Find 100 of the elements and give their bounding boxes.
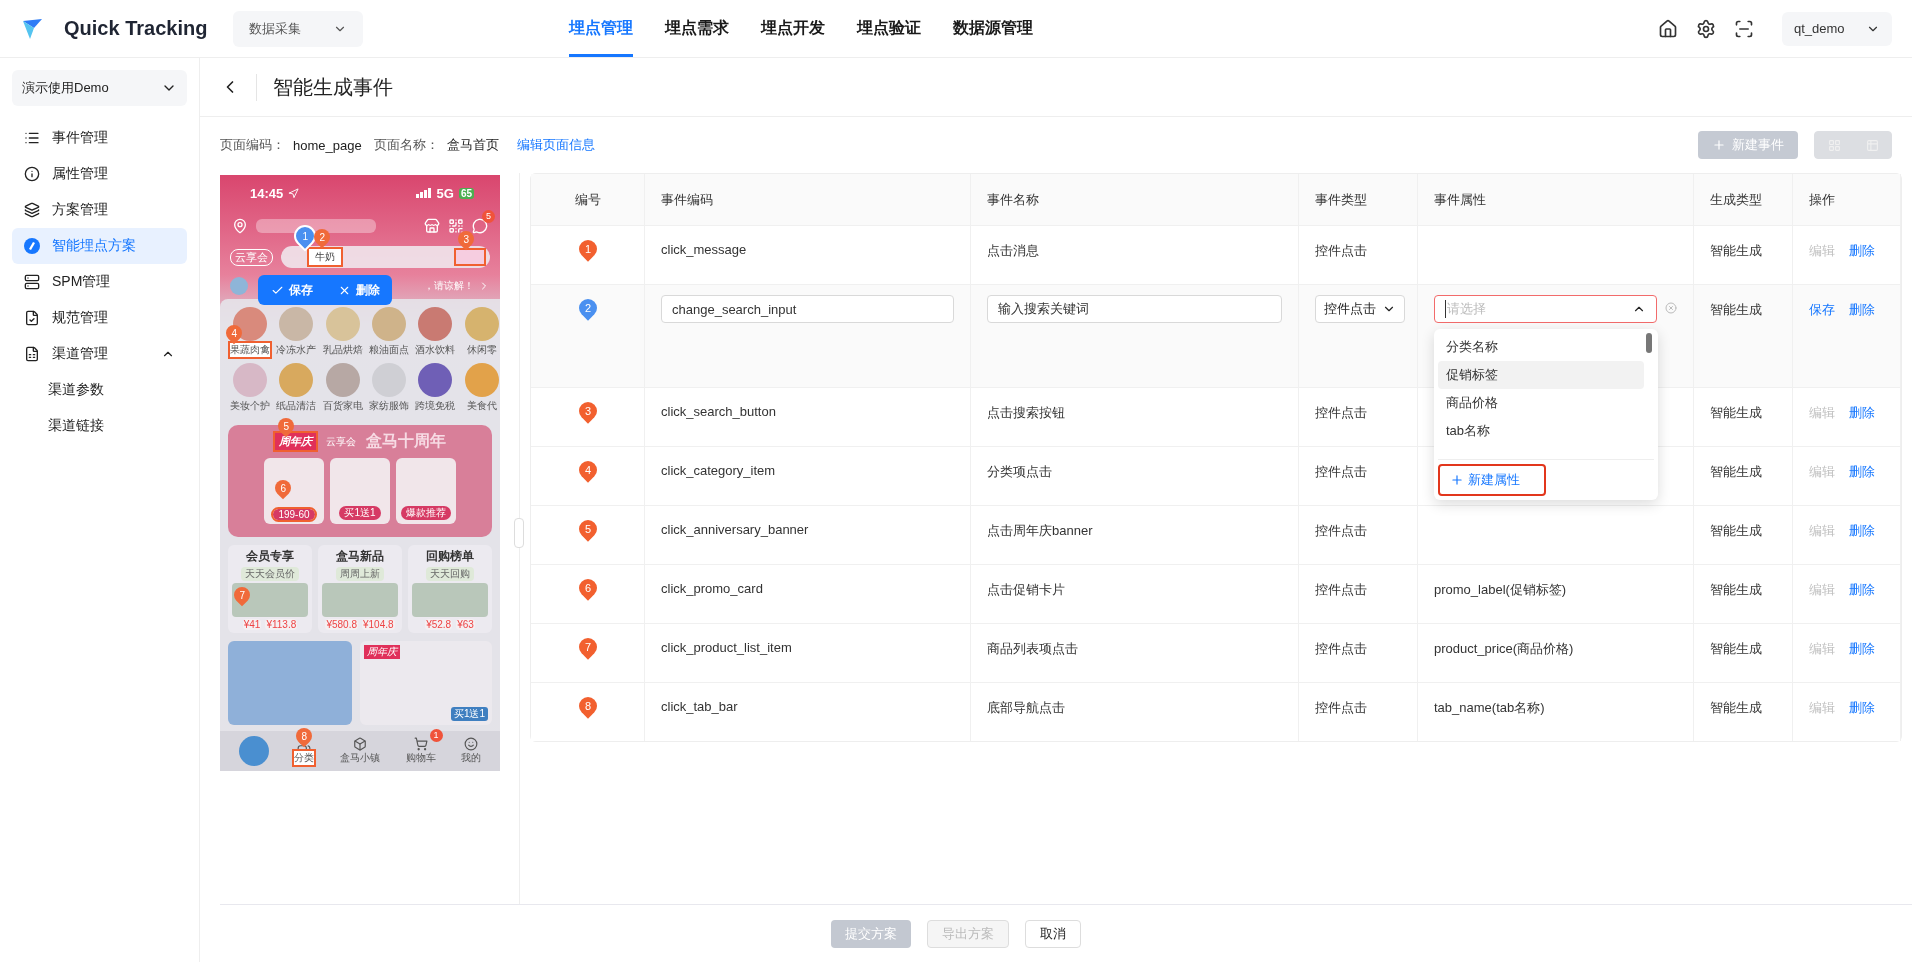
settings-icon[interactable]	[1696, 18, 1716, 39]
dropdown-option[interactable]: 促销标签	[1438, 361, 1644, 389]
sidebar-subitem[interactable]: 渠道链接	[12, 408, 187, 444]
menu-item-icon	[24, 166, 40, 182]
message-badge: 5	[482, 210, 495, 223]
menu-item-icon	[24, 310, 40, 326]
sidebar-item[interactable]: 属性管理	[12, 156, 187, 192]
category-label: 乳品烘焙	[322, 343, 363, 357]
sidebar-item[interactable]: 事件管理	[12, 120, 187, 156]
page-name-value: 盒马首页	[446, 136, 499, 154]
category-label: 粮油面点	[369, 343, 409, 357]
category-label: 果蔬肉禽	[230, 343, 270, 357]
project-select[interactable]: 演示使用Demo	[12, 70, 187, 106]
new-attribute-button[interactable]: 新建属性	[1438, 464, 1546, 496]
category-photo-placeholder	[464, 363, 499, 397]
section-tag: 天天回购	[426, 567, 474, 581]
action-link[interactable]: 删除	[1849, 522, 1875, 540]
event-type-text: 控件点击	[1315, 640, 1367, 658]
location-arrow-icon	[288, 187, 300, 199]
generation-type-text: 智能生成	[1710, 463, 1762, 481]
tab-icon	[413, 737, 428, 751]
banner-brand: 云享会	[325, 434, 356, 449]
nav-tab[interactable]: 埋点验证	[856, 0, 921, 57]
category-photo-placeholder	[279, 363, 314, 397]
sidebar-item[interactable]: SPM管理	[12, 264, 187, 300]
promo-label: 爆款推荐	[401, 506, 451, 520]
cart-badge: 1	[429, 729, 443, 742]
scan-icon[interactable]	[1734, 18, 1754, 39]
edit-page-info-link[interactable]: 编辑页面信息	[516, 136, 595, 154]
nav-tab[interactable]: 数据源管理	[952, 0, 1033, 57]
event-code-text: click_category_item	[661, 463, 776, 478]
resize-handle[interactable]	[514, 518, 524, 548]
nav-tab[interactable]: 埋点管理	[568, 0, 633, 57]
delete-button[interactable]: 删除	[331, 280, 386, 300]
event-name-text: 点击促销卡片	[987, 581, 1065, 599]
save-button[interactable]: 保存	[264, 280, 319, 300]
action-link[interactable]: 保存	[1809, 301, 1835, 319]
signal-icon	[415, 188, 432, 198]
category-photo-placeholder	[418, 363, 453, 397]
phone-tab-label: 购物车	[405, 751, 436, 765]
event-code-text: click_tab_bar	[661, 699, 738, 714]
plus-icon	[1450, 473, 1464, 487]
action-link[interactable]: 删除	[1849, 640, 1875, 658]
phone-tab-label: 我的	[461, 751, 482, 765]
category-label: 纸品清洁	[276, 399, 317, 413]
action-link[interactable]: 删除	[1849, 463, 1875, 481]
event-name-text: 点击消息	[987, 242, 1039, 260]
sidebar-item[interactable]: 智能埋点方案	[12, 228, 187, 264]
action-link[interactable]: 删除	[1849, 242, 1875, 260]
home-icon[interactable]	[1658, 18, 1678, 39]
section-title: 盒马新品	[336, 548, 384, 565]
menu-item-icon	[24, 346, 40, 362]
search-text: 牛奶	[309, 249, 341, 265]
footer-button[interactable]: 取消	[1025, 919, 1081, 948]
app-logo-text: Quick Tracking	[64, 17, 208, 40]
sidebar-item[interactable]: 规范管理	[12, 300, 187, 336]
promo-label: 买1送1	[339, 506, 381, 520]
action-link[interactable]: 删除	[1849, 581, 1875, 599]
dropdown-option[interactable]: 商品价格	[1438, 389, 1644, 417]
user-select[interactable]: qt_demo	[1782, 11, 1892, 46]
category-photo-placeholder	[418, 307, 453, 341]
event-code-input[interactable]: change_search_input	[661, 295, 954, 323]
nav-tab[interactable]: 埋点开发	[760, 0, 825, 57]
scrollbar-thumb	[1646, 333, 1652, 353]
dropdown-option[interactable]: 分类名称	[1438, 333, 1644, 361]
action-link[interactable]: 删除	[1849, 699, 1875, 717]
event-code-text: click_search_button	[661, 404, 776, 419]
product-select[interactable]: 数据采集	[233, 10, 364, 47]
event-name-text: 点击搜索按钮	[987, 404, 1065, 422]
category-photo-placeholder	[233, 363, 267, 397]
category-label: 家纺服饰	[369, 399, 409, 413]
sidebar-subitem[interactable]: 渠道参数	[12, 372, 187, 408]
sidebar-item[interactable]: 渠道管理	[12, 336, 187, 372]
category-label: 美妆个护	[230, 399, 270, 413]
event-attribute-text: product_price(商品价格)	[1434, 640, 1574, 658]
product-price: ¥113.8	[265, 619, 298, 630]
event-code-text: click_promo_card	[661, 581, 763, 596]
action-link[interactable]: 删除	[1849, 301, 1875, 319]
category-label: 酒水饮料	[415, 343, 456, 357]
battery-level: 65	[458, 187, 474, 199]
network-label: 5G	[436, 185, 454, 201]
event-type-select[interactable]: 控件点击	[1315, 295, 1405, 323]
page-name-label: 页面名称：	[373, 136, 439, 154]
event-name-input[interactable]: 输入搜索关键词	[987, 295, 1282, 323]
nav-tab[interactable]: 埋点需求	[664, 0, 729, 57]
event-type-text: 控件点击	[1315, 581, 1367, 599]
section-tag: 周周上新	[336, 567, 384, 581]
sidebar-item[interactable]: 方案管理	[12, 192, 187, 228]
promo-tag: 周年庆	[364, 645, 400, 659]
page-code-label: 页面编码：	[220, 136, 285, 154]
action-link[interactable]: 删除	[1849, 404, 1875, 422]
location-icon	[232, 218, 248, 234]
section-tag: 天天会员价	[241, 567, 299, 581]
brand-label: 云享会	[230, 248, 273, 266]
product-price: ¥63	[456, 619, 475, 630]
category-photo-placeholder	[279, 307, 314, 341]
phone-tab-label: 分类	[294, 751, 315, 765]
page-title: 智能生成事件	[256, 73, 393, 101]
product-price: ¥41	[242, 619, 262, 630]
dropdown-option[interactable]: tab名称	[1438, 417, 1644, 445]
